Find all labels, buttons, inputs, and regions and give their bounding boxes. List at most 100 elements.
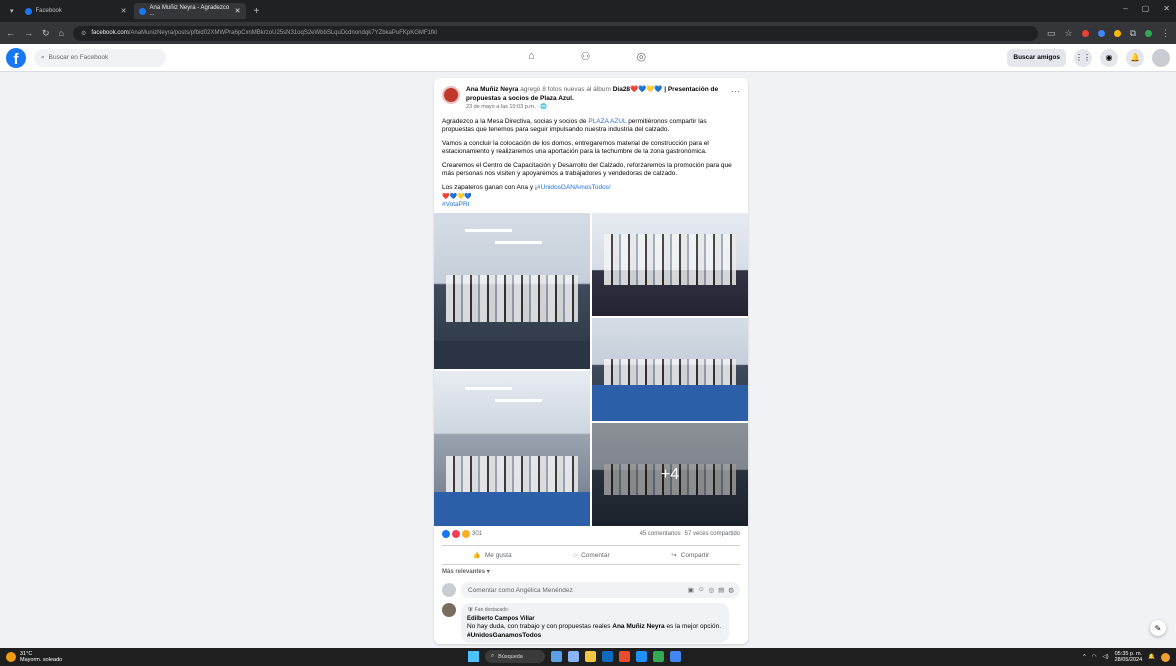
gif-icon[interactable]: ▤ xyxy=(718,586,724,594)
account-avatar[interactable] xyxy=(1152,48,1170,67)
widgets-icon[interactable] xyxy=(551,651,562,662)
volume-icon[interactable]: ◁) xyxy=(1103,654,1109,660)
author-name[interactable]: Ana Muñiz Neyra xyxy=(466,86,518,93)
minimize-button[interactable]: – xyxy=(1123,4,1127,13)
new-tab-button[interactable]: + xyxy=(248,6,266,17)
forward-icon[interactable]: → xyxy=(24,28,33,38)
tab-post[interactable]: Ana Muñiz Neyra - Agradezco ... ✕ xyxy=(133,3,246,19)
reload-icon[interactable]: ↻ xyxy=(42,28,50,39)
sticker-icon[interactable]: ▣ xyxy=(688,586,694,594)
reaction-count: 301 xyxy=(472,531,483,537)
plaza-azul-link[interactable]: PLAZA AZUL xyxy=(588,118,626,125)
extensions-area: ▭ ☆ ⧉ ⋮ xyxy=(1047,28,1170,39)
chrome-icon[interactable] xyxy=(653,651,664,662)
comment-icon: ○ xyxy=(573,551,578,559)
share-icon: ↪ xyxy=(671,552,677,559)
windows-start-icon[interactable] xyxy=(468,651,479,662)
facebook-favicon-icon xyxy=(24,7,32,15)
close-tab-icon[interactable]: ✕ xyxy=(235,7,241,15)
commenter-avatar[interactable] xyxy=(442,603,456,617)
post-photo[interactable] xyxy=(592,318,748,421)
comment-input[interactable]: Comentar como Angélica Menéndez ▣ ☺ ◎ ▤ … xyxy=(461,582,740,598)
office-icon[interactable] xyxy=(619,651,630,662)
menu-grid-icon[interactable]: ⋮⋮ xyxy=(1074,48,1092,67)
file-explorer-icon[interactable] xyxy=(585,651,596,662)
browser-tab-strip: ▾ Facebook ✕ Ana Muñiz Neyra - Agradezco… xyxy=(0,0,1176,22)
extensions-puzzle-icon[interactable]: ⧉ xyxy=(1130,28,1136,39)
comment-author[interactable]: Edilberto Campos Villar xyxy=(467,615,723,624)
hashtag-link[interactable]: #UnidosGANAmosTodos! xyxy=(537,184,611,191)
post-photo[interactable] xyxy=(592,213,748,316)
weather-widget[interactable]: 31°C Mayorm. soleado xyxy=(6,651,62,663)
comment-text: No hay duda, con trabajo y con propuesta… xyxy=(467,623,722,639)
groups-nav-icon[interactable]: ◎ xyxy=(637,50,647,63)
app-icon[interactable] xyxy=(670,651,681,662)
post-photo[interactable] xyxy=(434,213,590,369)
main-nav: ⌂ ⚇ ◎ xyxy=(528,50,646,63)
system-tray: ^ ◠ ◁) 05:35 p. m. 28/05/2024 🔔 xyxy=(1083,651,1170,663)
tab-facebook[interactable]: Facebook ✕ xyxy=(20,3,132,19)
facebook-search-input[interactable]: ⌕ Buscar en Facebook xyxy=(34,48,166,67)
find-friends-button[interactable]: Buscar amigos xyxy=(1007,48,1066,67)
tray-overflow-icon[interactable]: ^ xyxy=(1083,654,1086,660)
camera-icon[interactable]: ◎ xyxy=(709,586,715,594)
more-options-icon[interactable]: ··· xyxy=(731,86,740,112)
comment-sort-dropdown[interactable]: Más relevantes ▾ xyxy=(442,568,490,575)
back-icon[interactable]: ← xyxy=(6,28,15,38)
post-paragraph: Agradezco a la Mesa Directiva, socias y … xyxy=(442,117,707,134)
reactions-summary[interactable]: 301 xyxy=(442,530,482,538)
avatar-sticker-icon[interactable]: ◍ xyxy=(728,586,734,594)
more-photos-overlay[interactable]: +4 xyxy=(592,423,748,526)
notifications-bell-icon[interactable]: 🔔 xyxy=(1126,48,1144,67)
edge-icon[interactable] xyxy=(602,651,613,662)
post-date[interactable]: 23 de mayo a las 10:03 p.m. · 🌐 xyxy=(466,103,725,112)
author-avatar[interactable] xyxy=(442,86,460,104)
profile-icon[interactable] xyxy=(1145,29,1152,37)
comment-button[interactable]: ○ Comentar xyxy=(573,552,609,559)
post-photo[interactable]: +4 xyxy=(592,423,748,526)
maximize-button[interactable]: ▢ xyxy=(1142,4,1150,13)
top-fan-badge: 🛡 Fan destacado xyxy=(467,607,508,613)
emoji-icon[interactable]: ☺ xyxy=(698,586,705,594)
store-icon[interactable] xyxy=(636,651,647,662)
facebook-logo-icon[interactable]: f xyxy=(6,47,26,68)
site-info-icon[interactable]: ⚙ xyxy=(81,30,86,37)
post-paragraph: Vamos a concluir la colocación de los do… xyxy=(442,139,709,156)
close-tab-icon[interactable]: ✕ xyxy=(121,7,127,15)
cast-icon[interactable]: ▭ xyxy=(1047,28,1056,39)
hashtag-link[interactable]: #VotaPRI xyxy=(442,201,469,208)
like-button[interactable]: 👍 Me gusta xyxy=(473,551,512,560)
wifi-icon[interactable]: ◠ xyxy=(1092,654,1097,660)
post-action: agregó 8 fotos nuevas al álbum xyxy=(520,86,611,93)
share-button[interactable]: ↪ Compartir xyxy=(671,551,709,560)
love-reaction-icon xyxy=(452,530,460,538)
share-count[interactable]: 57 veces compartido xyxy=(685,531,740,537)
home-nav-icon[interactable]: ⌂ xyxy=(528,50,535,63)
messenger-icon[interactable]: ◉ xyxy=(1100,48,1118,67)
copilot-icon[interactable] xyxy=(1161,652,1170,662)
search-placeholder: Buscar en Facebook xyxy=(48,54,109,61)
notifications-icon[interactable]: 🔔 xyxy=(1148,654,1155,660)
friends-nav-icon[interactable]: ⚇ xyxy=(581,50,591,63)
post-photo[interactable] xyxy=(434,371,590,526)
taskbar-apps: ⌕ Búsqueda xyxy=(468,650,681,663)
photo-grid: +4 xyxy=(434,213,748,526)
clock[interactable]: 05:35 p. m. 28/05/2024 xyxy=(1115,651,1143,663)
extension-icon[interactable] xyxy=(1113,29,1121,37)
url-field[interactable]: ⚙ facebook.com /AnaMunizNeyra/posts/pfbi… xyxy=(72,25,1038,41)
extension-icon[interactable] xyxy=(1081,29,1089,37)
extension-icon[interactable] xyxy=(1097,29,1105,37)
task-view-icon[interactable] xyxy=(568,651,579,662)
bookmark-star-icon[interactable]: ☆ xyxy=(1064,28,1072,39)
comment-item: 🛡 Fan destacado Edilberto Campos Villar … xyxy=(442,603,740,643)
taskbar-search[interactable]: ⌕ Búsqueda xyxy=(485,650,545,663)
post-header: Ana Muñiz Neyra agregó 8 fotos nuevas al… xyxy=(434,78,748,112)
browser-menu-icon[interactable]: ⋮ xyxy=(1161,28,1170,39)
new-message-compose-icon[interactable]: ✎ xyxy=(1150,620,1166,636)
post-actions: 👍 Me gusta ○ Comentar ↪ Compartir xyxy=(442,545,740,565)
close-window-button[interactable]: ✕ xyxy=(1163,4,1170,13)
comment-count[interactable]: 45 comentarios xyxy=(640,531,681,537)
tab-search-icon[interactable]: ▾ xyxy=(6,7,18,15)
home-icon[interactable]: ⌂ xyxy=(59,28,64,38)
weather-text: Mayorm. soleado xyxy=(20,657,63,663)
